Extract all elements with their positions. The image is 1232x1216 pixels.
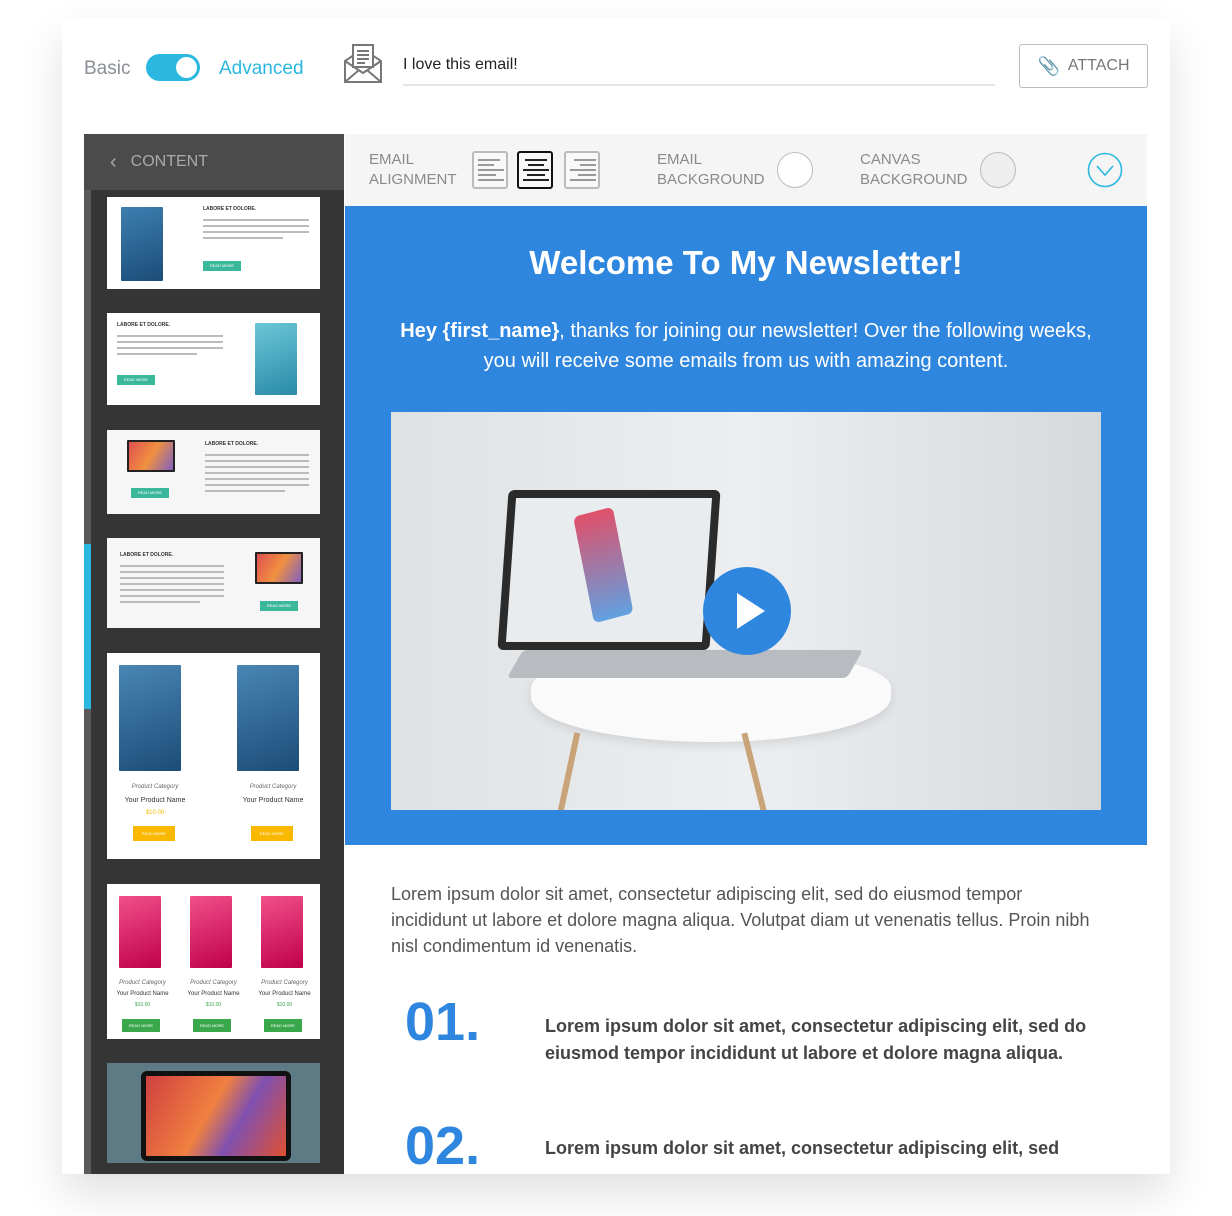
read-more-button: READ MORE bbox=[122, 1019, 160, 1032]
product-name: Your Product Name bbox=[187, 991, 240, 997]
attach-label: ATTACH bbox=[1067, 57, 1130, 74]
read-more-button: READ MORE bbox=[203, 261, 241, 271]
product-image bbox=[119, 665, 181, 771]
intro-text: Hey {first_name}, thanks for joining our… bbox=[400, 320, 1092, 372]
template-title: LABORE ET DOLORE. bbox=[205, 441, 259, 447]
canvas-background-swatch[interactable] bbox=[980, 152, 1016, 188]
template-thumbnail[interactable]: Product Category Product Category Your P… bbox=[107, 653, 320, 859]
attach-button[interactable]: 📎 ATTACH bbox=[1019, 44, 1148, 88]
product-name: Your Product Name bbox=[124, 797, 186, 804]
content-back-button[interactable]: ‹ CONTENT bbox=[84, 134, 344, 190]
product-name: Your Product Name bbox=[258, 991, 311, 997]
template-title: LABORE ET DOLORE. bbox=[117, 322, 171, 328]
product-category: Product Category bbox=[261, 980, 308, 986]
template-thumbnail[interactable]: READ MORE LABORE ET DOLORE. bbox=[107, 430, 320, 514]
product-category: Product Category bbox=[119, 980, 166, 986]
product-category: Product Category bbox=[131, 784, 179, 790]
template-thumbnail[interactable]: LABORE ET DOLORE. READ MORE bbox=[107, 197, 320, 289]
laptop-image bbox=[127, 440, 175, 472]
read-more-button: READ MORE bbox=[260, 601, 298, 611]
template-thumbnail[interactable]: Product Category Product Category Produc… bbox=[107, 884, 320, 1039]
newsletter-heading: Welcome To My Newsletter! bbox=[529, 244, 963, 281]
product-image bbox=[119, 896, 161, 968]
product-image bbox=[261, 896, 303, 968]
email-background-label: EMAIL BACKGROUND bbox=[657, 151, 765, 188]
read-more-button: READ MORE bbox=[264, 1019, 302, 1032]
align-center-button[interactable] bbox=[517, 151, 553, 189]
product-price: $10.00 bbox=[205, 1002, 222, 1008]
basic-mode-label[interactable]: Basic bbox=[84, 58, 130, 80]
laptop-image bbox=[141, 1071, 291, 1161]
product-name: Your Product Name bbox=[116, 991, 169, 997]
email-alignment-label: EMAIL ALIGNMENT bbox=[369, 151, 457, 188]
list-item-text: Lorem ipsum dolor sit amet, consectetur … bbox=[545, 1016, 1087, 1063]
list-number: 02. bbox=[405, 1116, 481, 1174]
laptop-image bbox=[255, 552, 303, 584]
product-price: $10.00 bbox=[145, 810, 165, 816]
content-sidebar: ‹ CONTENT LABORE ET DOLORE. READ MORE LA… bbox=[84, 134, 344, 1174]
list-item-text: Lorem ipsum dolor sit amet, consectetur … bbox=[545, 1138, 1060, 1158]
video-thumbnail[interactable] bbox=[391, 412, 1101, 810]
product-image bbox=[121, 207, 163, 281]
play-icon bbox=[737, 593, 765, 629]
align-right-button[interactable] bbox=[564, 151, 600, 189]
advanced-mode-label[interactable]: Advanced bbox=[219, 58, 304, 80]
template-thumbnail[interactable]: LABORE ET DOLORE. READ MORE bbox=[107, 538, 320, 628]
product-image bbox=[190, 896, 232, 968]
email-settings-toolbar: EMAIL ALIGNMENT EMAIL BACKGROUND CANVAS BAC… bbox=[345, 134, 1147, 206]
product-category: Product Category bbox=[249, 784, 297, 790]
template-title: LABORE ET DOLORE. bbox=[120, 552, 174, 558]
mode-toggle[interactable] bbox=[146, 54, 200, 81]
chevron-left-icon: ‹ bbox=[110, 150, 117, 173]
email-background-swatch[interactable] bbox=[777, 152, 813, 188]
sidebar-title: CONTENT bbox=[130, 153, 208, 170]
canvas-background-label: CANVAS BACKGROUND bbox=[860, 151, 968, 188]
read-more-button: READ MORE bbox=[251, 826, 293, 841]
template-title: LABORE ET DOLORE. bbox=[203, 206, 257, 212]
read-more-button: READ MORE bbox=[117, 375, 155, 385]
product-name: Your Product Name bbox=[242, 797, 304, 804]
product-image bbox=[255, 323, 297, 395]
paperclip-icon: 📎 bbox=[1037, 55, 1060, 76]
read-more-button: READ MORE bbox=[131, 488, 169, 498]
subject-input[interactable]: I love this email! bbox=[403, 54, 995, 86]
read-more-button: READ MORE bbox=[133, 826, 175, 841]
align-left-button[interactable] bbox=[472, 151, 508, 189]
toggle-knob bbox=[176, 57, 197, 78]
envelope-letter-icon bbox=[344, 44, 382, 83]
product-category: Product Category bbox=[190, 980, 237, 986]
scrollbar-thumb[interactable] bbox=[84, 544, 91, 709]
chevron-down-circle-icon[interactable] bbox=[1087, 152, 1123, 188]
read-more-button: READ MORE bbox=[193, 1019, 231, 1032]
product-price: $10.00 bbox=[134, 1002, 151, 1008]
product-image bbox=[237, 665, 299, 771]
email-header-section[interactable]: Welcome To My Newsletter! Hey {first_nam… bbox=[345, 206, 1147, 845]
list-number: 01. bbox=[405, 992, 481, 1052]
email-editor: Basic Advanced I love this email! 📎 ATTA… bbox=[62, 18, 1170, 1174]
template-thumbnail[interactable] bbox=[107, 1063, 320, 1163]
product-price: $10.00 bbox=[276, 1002, 293, 1008]
template-thumbnail[interactable]: LABORE ET DOLORE. READ MORE bbox=[107, 313, 320, 405]
email-body-section[interactable]: Lorem ipsum dolor sit amet, consectetur … bbox=[345, 845, 1147, 1174]
body-paragraph: Lorem ipsum dolor sit amet, consectetur … bbox=[391, 884, 1090, 956]
play-button[interactable] bbox=[703, 567, 791, 655]
